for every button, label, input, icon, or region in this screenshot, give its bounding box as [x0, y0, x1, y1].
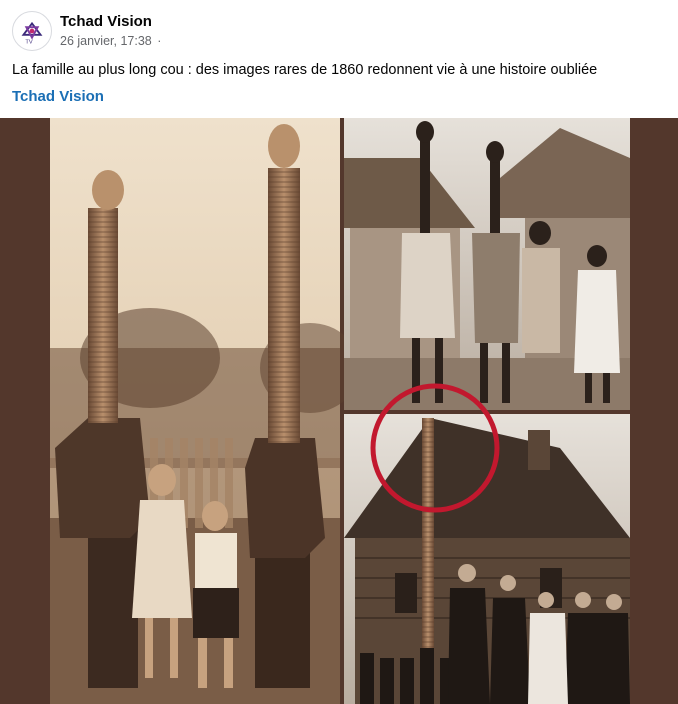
facebook-post: TV Tchad Vision 26 janvier, 17:38 · La f…: [0, 0, 678, 704]
post-image[interactable]: [0, 118, 678, 704]
post-header: TV Tchad Vision 26 janvier, 17:38 ·: [12, 11, 652, 55]
meta-separator: ·: [157, 34, 162, 48]
post-caption: La famille au plus long cou : des images…: [12, 62, 598, 78]
page-avatar[interactable]: TV: [12, 11, 52, 51]
post-image-collage: [50, 118, 630, 704]
tchad-vision-logo-icon: TV: [13, 12, 51, 50]
page-name[interactable]: Tchad Vision: [60, 13, 152, 30]
bottom-right-photo-panel: [344, 383, 630, 704]
post-meta: 26 janvier, 17:38 ·: [60, 34, 161, 48]
top-right-photo-panel: [344, 118, 630, 410]
post-timestamp[interactable]: 26 janvier, 17:38: [60, 34, 152, 48]
left-photo-panel: [50, 118, 360, 704]
post-link-name[interactable]: Tchad Vision: [12, 88, 104, 105]
svg-text:TV: TV: [25, 39, 32, 45]
